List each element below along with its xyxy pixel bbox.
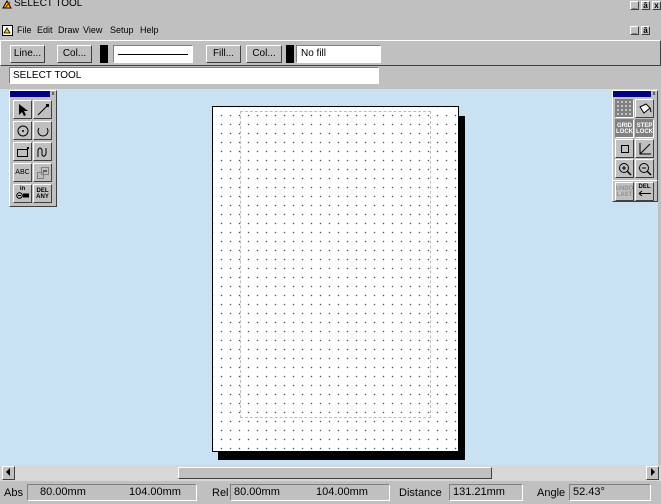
toolbar: Line... Col... Fill... Col... No fill — [0, 40, 661, 66]
insert-tool[interactable]: in — [13, 184, 32, 203]
distance-label: Distance — [399, 487, 442, 499]
rel-label: Rel — [212, 487, 229, 499]
scroll-right-button[interactable] — [646, 466, 659, 480]
zoom-out-icon[interactable] — [635, 159, 654, 178]
delete-last-button[interactable]: DEL — [635, 182, 654, 201]
window-title: SELECT TOOL — [14, 0, 83, 9]
distance-field: 131.21mm — [449, 484, 523, 501]
abs-y-value: 104.00mm — [129, 486, 181, 498]
angle-field: 52.43° — [569, 484, 651, 501]
axes-icon[interactable] — [635, 139, 654, 158]
rel-coordinates-field: 80.00mm 104.00mm — [230, 484, 390, 501]
zoom-in-icon[interactable] — [615, 159, 634, 178]
close-button[interactable]: x — [652, 1, 661, 10]
circle-tool-icon[interactable] — [13, 121, 32, 140]
palette-header[interactable]: x — [10, 91, 56, 97]
scroll-left-button[interactable] — [2, 466, 15, 480]
line-color-button[interactable]: Col... — [57, 45, 92, 63]
menu-setup[interactable]: Setup — [110, 25, 134, 36]
menu-bar: File Edit Draw View Setup Help _ ā — [0, 23, 661, 39]
tool-status-field: SELECT TOOL — [9, 67, 379, 84]
grid-lock-button[interactable]: GRID LOCK — [615, 119, 634, 138]
fill-color-button[interactable]: Col... — [246, 45, 282, 63]
symbol-tool-icon[interactable] — [33, 163, 52, 182]
fill-style-field[interactable]: No fill — [296, 45, 381, 63]
fill-color-swatch[interactable] — [286, 45, 294, 63]
view-palette: x GRID LOCK STEP LOCK — [612, 90, 658, 181]
line-button[interactable]: Line... — [10, 45, 45, 63]
line-color-swatch[interactable] — [100, 45, 108, 63]
line-style-selector[interactable] — [113, 45, 193, 63]
fill-bucket-icon[interactable] — [635, 99, 654, 118]
mdi-minimize-button[interactable]: _ — [630, 26, 639, 35]
menu-view[interactable]: View — [83, 25, 102, 36]
page-margin-guide — [240, 111, 431, 418]
curve-tool-icon[interactable] — [33, 142, 52, 161]
abs-x-value: 80.00mm — [40, 486, 86, 498]
tool-palette: x ABC in DEL ANY — [9, 90, 57, 207]
delete-any-button[interactable]: DEL ANY — [33, 184, 52, 203]
frame-icon[interactable] — [615, 139, 634, 158]
menu-help[interactable]: Help — [140, 25, 159, 36]
palette-header[interactable]: x — [613, 91, 657, 97]
arc-tool-icon[interactable] — [33, 121, 52, 140]
insert-icon — [15, 192, 30, 201]
undo-last-button[interactable]: UNDO LAST — [615, 182, 634, 201]
line-tool-icon[interactable] — [33, 100, 52, 119]
grid-toggle-icon[interactable] — [615, 99, 634, 118]
fill-button[interactable]: Fill... — [206, 45, 241, 63]
step-lock-button[interactable]: STEP LOCK — [635, 119, 654, 138]
mdi-restore-button[interactable]: ā — [641, 26, 650, 35]
horizontal-scroll-thumb[interactable] — [178, 467, 492, 479]
document-icon[interactable] — [2, 25, 13, 36]
select-arrow-icon[interactable] — [13, 100, 32, 119]
app-icon — [2, 0, 13, 9]
rel-x-value: 80.00mm — [234, 486, 280, 498]
rel-y-value: 104.00mm — [316, 486, 368, 498]
abs-label: Abs — [4, 487, 23, 499]
menu-draw[interactable]: Draw — [58, 25, 79, 36]
menu-edit[interactable]: Edit — [37, 25, 53, 36]
minimize-button[interactable]: _ — [630, 1, 639, 10]
edit-palette: UNDO LAST DEL — [612, 180, 658, 202]
back-arrow-icon — [638, 190, 652, 199]
palette-close-button[interactable]: x — [50, 91, 56, 97]
rectangle-tool-icon[interactable] — [13, 142, 32, 161]
title-bar: SELECT TOOL _ ā x — [0, 0, 661, 10]
restore-button[interactable]: ā — [641, 1, 650, 10]
text-tool-icon[interactable]: ABC — [13, 163, 32, 182]
angle-label: Angle — [537, 487, 566, 499]
palette-close-button[interactable]: x — [651, 91, 657, 97]
menu-file[interactable]: File — [17, 25, 32, 36]
abs-coordinates-field: 80.00mm 104.00mm — [27, 484, 197, 501]
